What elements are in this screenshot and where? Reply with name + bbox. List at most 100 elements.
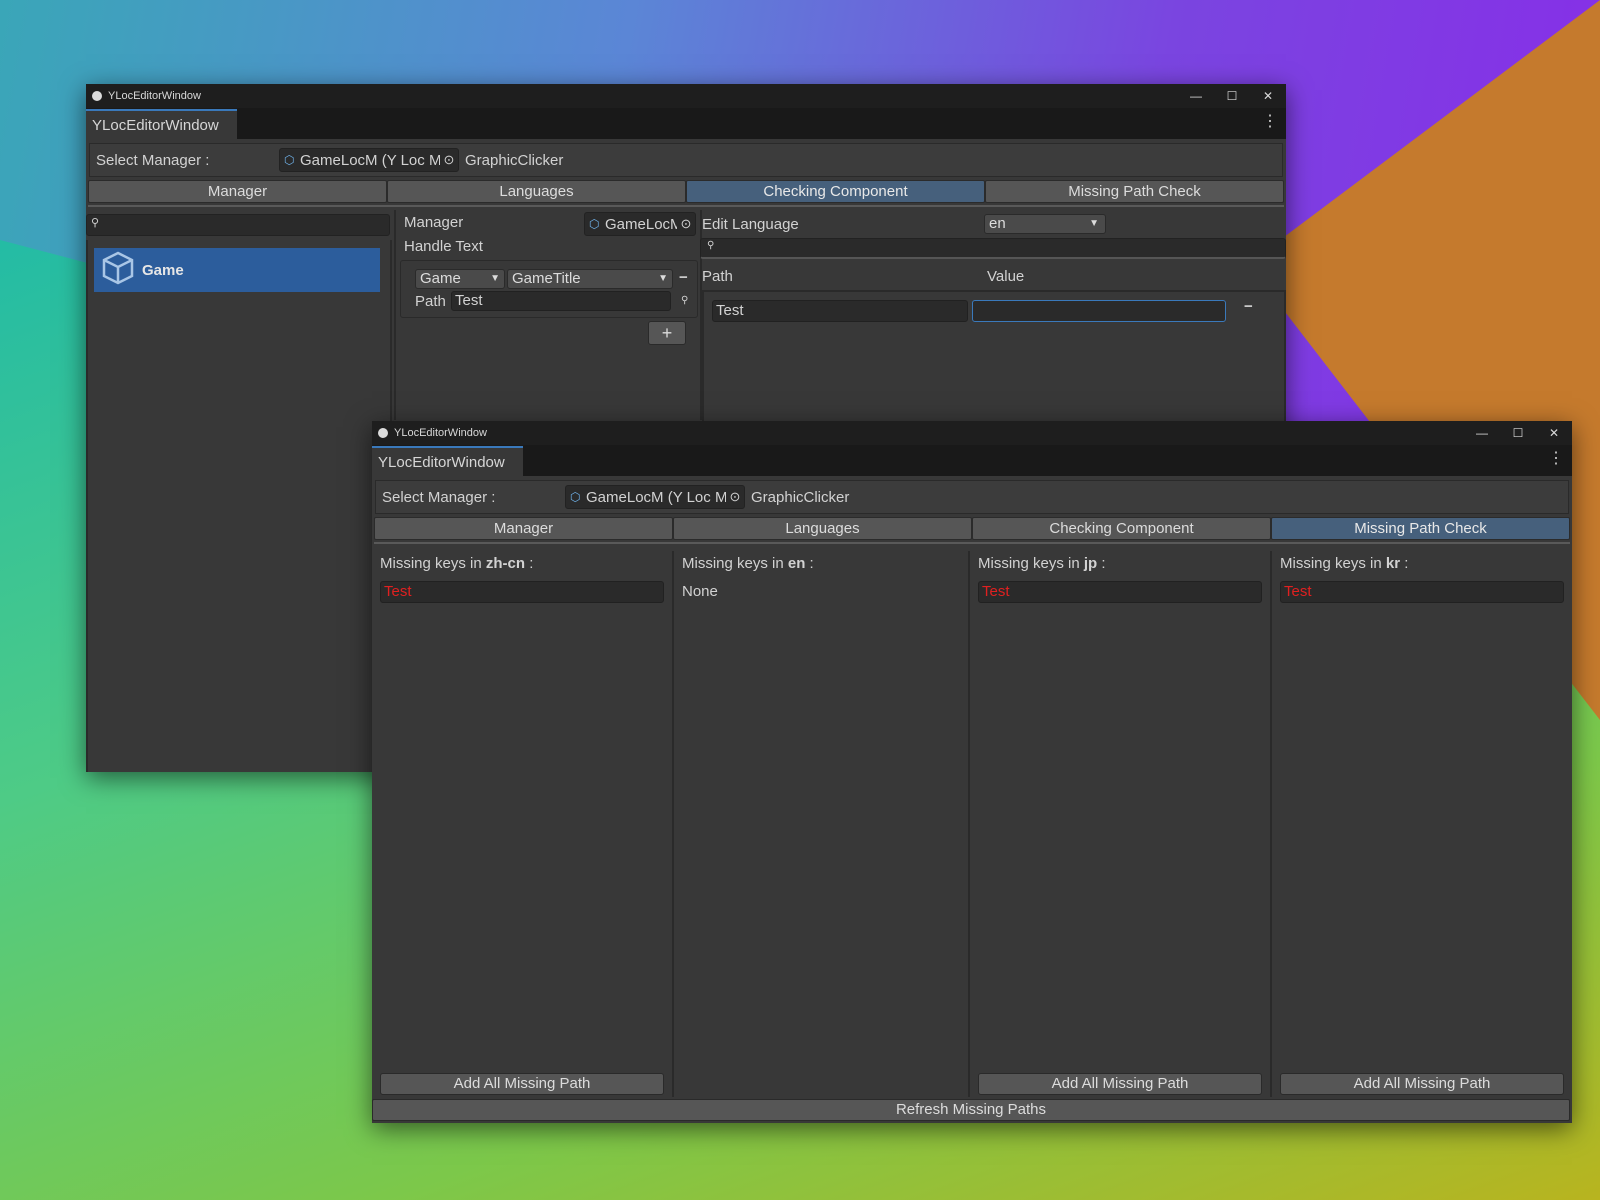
missing-column-heading: Missing keys in kr : <box>1280 555 1408 572</box>
tab-ylocEditorWindow[interactable]: YLocEditorWindow <box>372 446 523 476</box>
chevron-down-icon: ▼ <box>1089 218 1099 229</box>
heading-suffix: : <box>525 555 534 572</box>
category-dropdown[interactable]: Game ▼ <box>415 269 505 289</box>
edit-language-label: Edit Language <box>702 216 799 233</box>
main-toolbar: Manager Languages Checking Component Mis… <box>374 517 1570 544</box>
add-all-missing-path-button[interactable]: Add All Missing Path <box>978 1073 1262 1095</box>
manager-object-name: GameLocM (Y Loc M <box>300 151 440 169</box>
language-value: en <box>989 215 1006 232</box>
add-all-missing-path-button[interactable]: Add All Missing Path <box>1280 1073 1564 1095</box>
missing-column-kr: Missing keys in kr : Test Add All Missin… <box>1272 551 1572 1097</box>
column-header-path: Path <box>702 268 733 285</box>
search-icon: ⚲ <box>91 217 100 229</box>
tab-missing-path-check[interactable]: Missing Path Check <box>985 180 1284 203</box>
main-toolbar: Manager Languages Checking Component Mis… <box>88 180 1284 207</box>
value-table: Test − <box>702 290 1286 422</box>
select-manager-bar: Select Manager : ⬡ GameLocM (Y Loc M ⊙ G… <box>375 480 1569 514</box>
missing-key-field[interactable]: Test <box>978 581 1262 603</box>
more-options-icon[interactable]: ⋮ <box>1262 114 1278 130</box>
object-picker-icon[interactable]: ⊙ <box>440 152 458 168</box>
heading-prefix: Missing keys in <box>682 555 788 572</box>
maximize-icon[interactable]: ☐ <box>1214 89 1250 103</box>
missing-column-en: Missing keys in en : None <box>674 551 970 1097</box>
missing-column-zh-cn: Missing keys in zh-cn : Test Add All Mis… <box>372 551 674 1097</box>
window-title: YLocEditorWindow <box>108 90 201 102</box>
missing-key-value: Test <box>384 583 412 600</box>
tab-manager[interactable]: Manager <box>88 180 387 203</box>
chevron-down-icon: ▼ <box>658 273 668 284</box>
missing-column-heading: Missing keys in zh-cn : <box>380 555 533 572</box>
manager-object-extra: GraphicClicker <box>465 151 564 169</box>
manager-label: Manager <box>404 214 464 231</box>
component-panel: Manager ⬡ GameLocM ⊙ Handle Text Game ▼ … <box>394 210 702 420</box>
key-value: GameTitle <box>512 270 581 287</box>
manager-object-field[interactable]: ⬡ GameLocM (Y Loc M ⊙ <box>279 148 459 172</box>
component-manager-field[interactable]: ⬡ GameLocM ⊙ <box>584 212 696 236</box>
select-manager-bar: Select Manager : ⬡ GameLocM (Y Loc M ⊙ G… <box>89 143 1283 177</box>
prefab-icon: ⬡ <box>589 217 600 231</box>
maximize-icon[interactable]: ☐ <box>1500 426 1536 440</box>
remove-row-button[interactable]: − <box>1244 298 1253 315</box>
list-item-label: Game <box>142 261 184 279</box>
language-code: en <box>787 555 806 572</box>
prefab-icon: ⬡ <box>570 490 581 504</box>
search-bar[interactable]: ⚲ <box>86 214 390 236</box>
cube-icon <box>100 250 136 290</box>
manager-object-field[interactable]: ⬡ GameLocM (Y Loc M ⊙ <box>565 485 745 509</box>
row-value-field[interactable] <box>972 300 1226 322</box>
missing-column-jp: Missing keys in jp : Test Add All Missin… <box>970 551 1272 1097</box>
missing-key-field[interactable]: Test <box>380 581 664 603</box>
missing-column-heading: Missing keys in jp : <box>978 555 1106 572</box>
title-bar: YLocEditorWindow — ☐ ✕ <box>372 421 1572 445</box>
heading-suffix: : <box>805 555 814 572</box>
select-manager-label: Select Manager : <box>382 488 496 506</box>
tab-strip: YLocEditorWindow ⋮ <box>372 445 1572 476</box>
tab-strip: YLocEditorWindow ⋮ <box>86 108 1286 139</box>
search-icon[interactable]: ⚲ <box>681 295 688 306</box>
more-options-icon[interactable]: ⋮ <box>1548 451 1564 467</box>
heading-prefix: Missing keys in <box>978 555 1084 572</box>
key-dropdown[interactable]: GameTitle ▼ <box>507 269 673 289</box>
row-path-field[interactable]: Test <box>712 300 968 322</box>
unity-logo-icon <box>378 428 388 438</box>
remove-handle-button[interactable]: − <box>679 269 688 286</box>
language-code: kr <box>1385 555 1401 572</box>
tab-missing-path-check[interactable]: Missing Path Check <box>1271 517 1570 540</box>
minimize-icon[interactable]: — <box>1464 426 1500 440</box>
path-value: Test <box>455 292 483 309</box>
refresh-missing-paths-button[interactable]: Refresh Missing Paths <box>372 1099 1570 1121</box>
editor-window-front: YLocEditorWindow — ☐ ✕ YLocEditorWindow … <box>372 421 1572 1123</box>
handle-text-label: Handle Text <box>404 238 483 255</box>
component-manager-name: GameLocM <box>605 215 677 233</box>
tab-checking-component[interactable]: Checking Component <box>686 180 985 203</box>
heading-prefix: Missing keys in <box>380 555 486 572</box>
title-bar: YLocEditorWindow — ☐ ✕ <box>86 84 1286 108</box>
object-picker-icon[interactable]: ⊙ <box>726 489 744 505</box>
no-missing-keys-label: None <box>682 583 718 600</box>
prefab-icon: ⬡ <box>284 153 295 167</box>
tab-manager[interactable]: Manager <box>374 517 673 540</box>
category-value: Game <box>420 270 461 287</box>
add-handle-button[interactable]: + <box>648 321 686 345</box>
manager-object-name: GameLocM (Y Loc M <box>586 488 726 506</box>
value-search-bar[interactable]: ⚲ <box>700 238 1286 259</box>
language-dropdown[interactable]: en ▼ <box>984 214 1106 234</box>
tab-ylocEditorWindow[interactable]: YLocEditorWindow <box>86 109 237 139</box>
missing-key-field[interactable]: Test <box>1280 581 1564 603</box>
unity-logo-icon <box>92 91 102 101</box>
missing-key-value: Test <box>982 583 1010 600</box>
object-picker-icon[interactable]: ⊙ <box>677 216 695 232</box>
list-item-game[interactable]: Game <box>94 248 380 292</box>
tab-languages[interactable]: Languages <box>387 180 686 203</box>
tab-languages[interactable]: Languages <box>673 517 972 540</box>
missing-key-value: Test <box>1284 583 1312 600</box>
path-field[interactable]: Test <box>451 291 671 311</box>
tab-checking-component[interactable]: Checking Component <box>972 517 1271 540</box>
close-icon[interactable]: ✕ <box>1250 89 1286 103</box>
chevron-down-icon: ▼ <box>490 273 500 284</box>
language-panel: Edit Language en ▼ ⚲ Path Value Test − <box>700 210 1286 422</box>
close-icon[interactable]: ✕ <box>1536 426 1572 440</box>
add-all-missing-path-button[interactable]: Add All Missing Path <box>380 1073 664 1095</box>
heading-suffix: : <box>1400 555 1409 572</box>
minimize-icon[interactable]: — <box>1178 89 1214 103</box>
